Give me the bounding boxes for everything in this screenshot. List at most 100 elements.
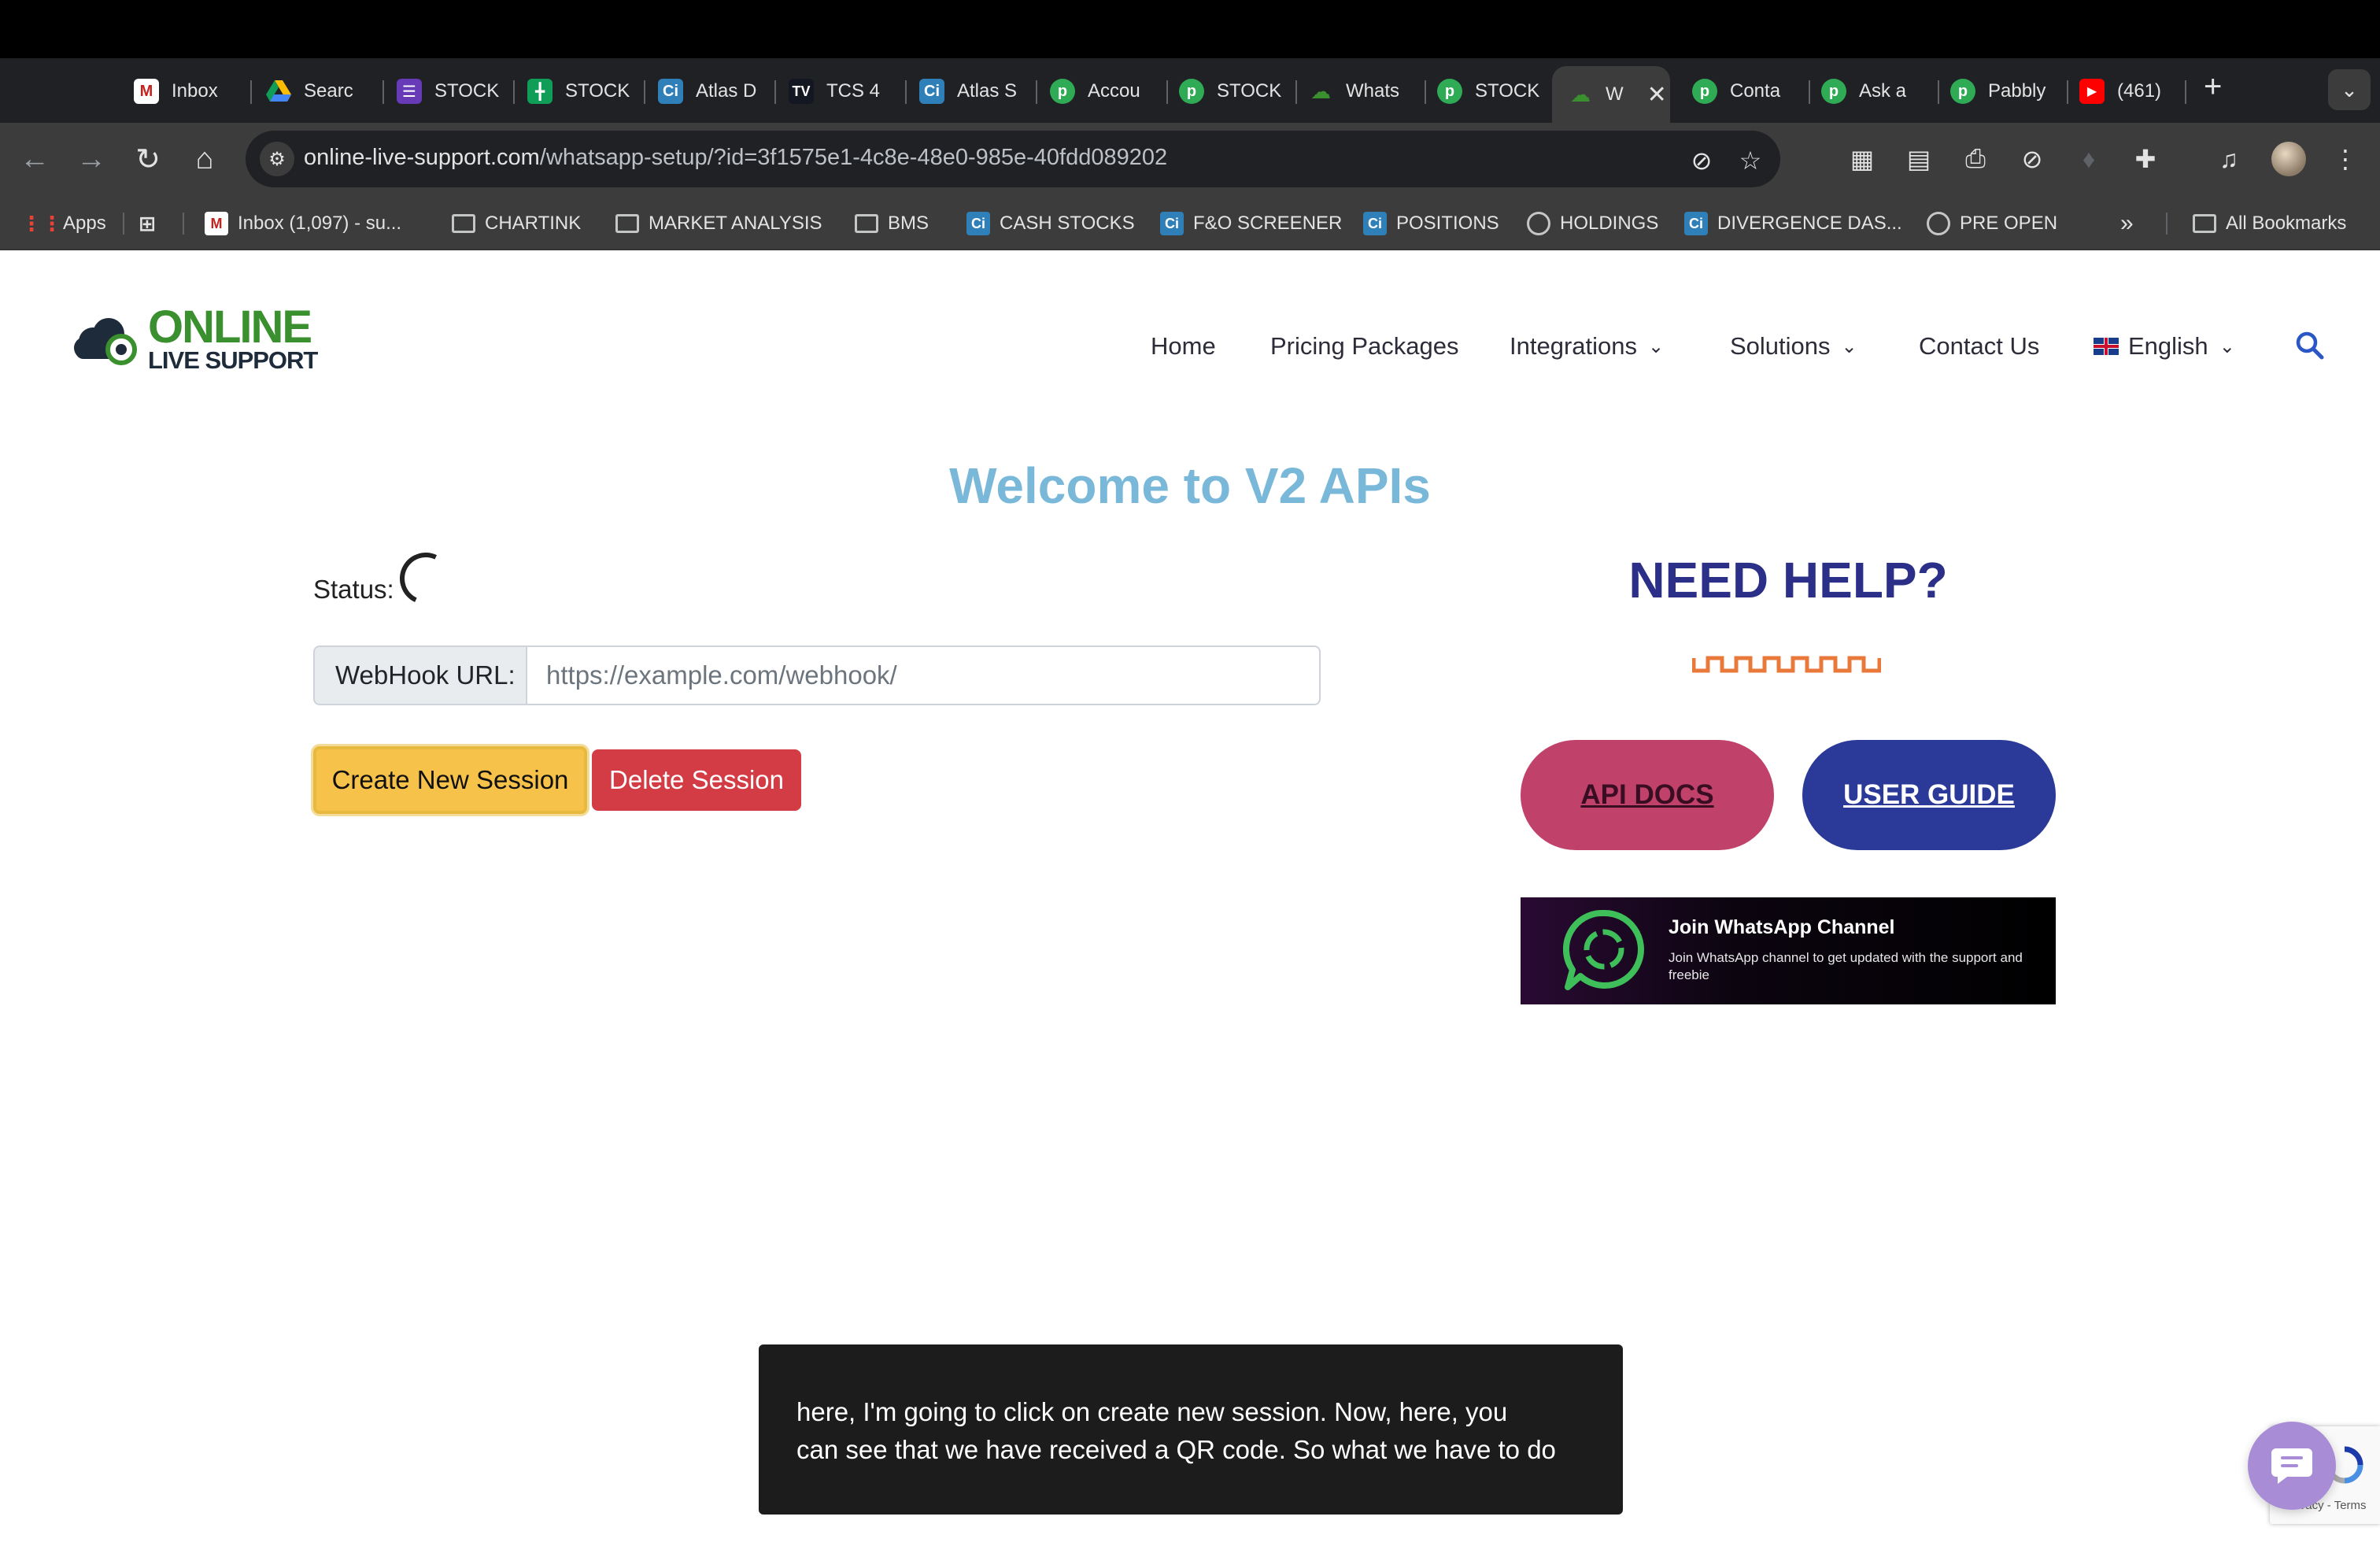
tab-inbox[interactable]: M Inbox <box>134 68 252 115</box>
uk-flag-icon <box>2094 338 2119 355</box>
nav-integrations[interactable]: Integrations ⌄ <box>1510 331 1664 362</box>
bookmark-pre-open[interactable]: PRE OPEN <box>1927 209 2057 238</box>
tab-search-chevron-icon[interactable]: ⌄ <box>2328 69 2371 110</box>
tab-label: Whats <box>1346 80 1400 102</box>
eye-slash-icon[interactable]: ⊘ <box>1686 145 1717 176</box>
nav-home[interactable]: Home <box>1151 331 1216 362</box>
nav-language-selector[interactable]: English ⌄ <box>2094 331 2235 362</box>
nav-label: Integrations <box>1510 332 1637 360</box>
tab-label: Ask a <box>1859 80 1907 102</box>
cloud-logo-icon <box>74 318 137 365</box>
tab-whatsapp-setup-active[interactable]: ☁ W ✕ <box>1552 66 1670 123</box>
window-top-bar <box>0 0 2380 58</box>
user-guide-button[interactable]: USER GUIDE <box>1802 740 2056 850</box>
pabbly-icon: p <box>1950 79 1975 104</box>
recaptcha-terms-link[interactable]: Terms <box>2334 1499 2367 1512</box>
tab-account[interactable]: p Accou <box>1050 68 1168 115</box>
media-controls-icon[interactable]: ♫ <box>2210 140 2248 178</box>
tab-whats[interactable]: ☁ Whats <box>1308 68 1426 115</box>
tab-stock-pabbly[interactable]: p STOCK <box>1179 68 1297 115</box>
ci-icon: Ci <box>1684 212 1708 235</box>
bookmark-holdings[interactable]: HOLDINGS <box>1527 209 1658 238</box>
chevron-down-icon: ⌄ <box>1841 335 1857 357</box>
join-whatsapp-channel-banner[interactable]: Join WhatsApp Channel Join WhatsApp chan… <box>1521 897 2056 1004</box>
qr-code-icon[interactable]: ▦ <box>1843 140 1881 178</box>
url-host: online-live-support.com <box>304 145 540 170</box>
cloud-icon: ☁ <box>1310 79 1331 103</box>
url-text[interactable]: online-live-support.com/whatsapp-setup/?… <box>304 145 1167 171</box>
tab-stock-pabbly-2[interactable]: p STOCK <box>1437 68 1555 115</box>
ci-icon: Ci <box>1363 212 1387 235</box>
chevron-down-icon: ⌄ <box>1648 335 1665 357</box>
bookmark-bms[interactable]: BMS <box>855 209 929 238</box>
tab-search[interactable]: Searc <box>266 68 384 115</box>
nav-pricing-packages[interactable]: Pricing Packages <box>1270 331 1459 362</box>
bookmark-label: POSITIONS <box>1396 213 1499 234</box>
printer-icon[interactable]: ⎙ <box>1957 140 1994 178</box>
create-new-session-button[interactable]: Create New Session <box>313 746 587 814</box>
reload-icon[interactable]: ↻ <box>129 140 167 178</box>
tab-label: Pabbly <box>1988 80 2046 102</box>
forward-arrow-icon[interactable]: → <box>72 140 110 178</box>
tab-atlas-s[interactable]: Ci Atlas S <box>919 68 1037 115</box>
folder-icon <box>452 214 475 233</box>
nav-contact-us[interactable]: Contact Us <box>1919 331 2039 362</box>
api-docs-button[interactable]: API DOCS <box>1521 740 1774 850</box>
nav-label: Solutions <box>1730 332 1831 360</box>
site-settings-icon[interactable]: ⚙ <box>260 142 294 176</box>
menu-kebab-icon[interactable]: ⋮ <box>2326 140 2364 178</box>
bookmarks-overflow-chevron[interactable]: » <box>2120 209 2134 238</box>
tab-stock-sheets[interactable]: ╋ STOCK <box>527 68 645 115</box>
delete-session-button[interactable]: Delete Session <box>592 749 801 811</box>
reader-icon[interactable]: ▤ <box>1900 140 1938 178</box>
no-entry-extension-icon[interactable]: ⊘ <box>2013 140 2051 178</box>
browser-toolbar: ← → ↻ ⌂ ⚙ online-live-support.com/whatsa… <box>0 123 2380 195</box>
bookmark-all-bookmarks[interactable]: All Bookmarks <box>2193 209 2346 238</box>
tab-label: STOCK <box>1475 80 1540 102</box>
webhook-url-input[interactable] <box>527 645 1321 705</box>
site-logo[interactable]: ONLINE LIVE SUPPORT <box>69 298 321 376</box>
tradingview-icon: TV <box>789 79 814 104</box>
pabbly-icon: p <box>1050 79 1075 104</box>
page-title: Welcome to V2 APIs <box>949 457 1431 514</box>
bookmark-apps[interactable]: ⋮⋮ Apps <box>21 209 106 238</box>
bookmark-market-analysis[interactable]: MARKET ANALYSIS <box>615 209 822 238</box>
logo-text-online: ONLINE <box>148 301 312 353</box>
tab-ask[interactable]: p Ask a <box>1821 68 1939 115</box>
home-icon[interactable]: ⌂ <box>186 140 224 178</box>
tab-label: STOCK <box>434 80 500 102</box>
new-tab-button[interactable]: + <box>2204 69 2222 105</box>
address-bar[interactable]: ⚙ online-live-support.com/whatsapp-setup… <box>246 131 1780 187</box>
bookmark-chartink[interactable]: CHARTINK <box>452 209 581 238</box>
folder-icon <box>2193 214 2216 233</box>
tab-pabbly[interactable]: p Pabbly <box>1950 68 2068 115</box>
tab-contact[interactable]: p Conta <box>1692 68 1810 115</box>
bookmark-cash-stocks[interactable]: Ci CASH STOCKS <box>966 209 1135 238</box>
bookmark-star-icon[interactable]: ☆ <box>1735 145 1766 176</box>
close-tab-icon[interactable]: ✕ <box>1647 81 1667 109</box>
tab-youtube[interactable]: ▶ (461) <box>2079 68 2186 115</box>
video-caption-overlay: here, I'm going to click on create new s… <box>759 1344 1623 1515</box>
tab-tcs[interactable]: TV TCS 4 <box>789 68 907 115</box>
bookmark-tab-groups[interactable]: ⊞ <box>135 209 168 238</box>
chat-icon <box>2271 1448 2312 1484</box>
bookmark-positions[interactable]: Ci POSITIONS <box>1363 209 1499 238</box>
globe-icon <box>1927 212 1950 235</box>
bookmark-divergence[interactable]: Ci DIVERGENCE DAS... <box>1684 209 1902 238</box>
tab-groups-icon: ⊞ <box>139 211 156 235</box>
bookmark-label: HOLDINGS <box>1560 213 1659 234</box>
tab-atlas-d[interactable]: Ci Atlas D <box>658 68 776 115</box>
profile-avatar[interactable] <box>2271 142 2306 176</box>
tab-stock-forms[interactable]: ☰ STOCK <box>397 68 515 115</box>
caption-line-2: can see that we have received a QR code.… <box>796 1435 1556 1464</box>
extension-shield-icon[interactable]: ♦ <box>2070 140 2108 178</box>
back-arrow-icon[interactable]: ← <box>16 140 54 178</box>
nav-solutions[interactable]: Solutions ⌄ <box>1730 331 1857 362</box>
extensions-puzzle-icon[interactable]: ✚ <box>2127 140 2164 178</box>
bookmark-inbox[interactable]: M Inbox (1,097) - su... <box>205 209 401 238</box>
live-chat-button[interactable] <box>2248 1422 2336 1510</box>
bookmark-fo-screener[interactable]: Ci F&O SCREENER <box>1160 209 1342 238</box>
search-icon[interactable] <box>2293 329 2328 364</box>
folder-icon <box>855 214 878 233</box>
ci-icon: Ci <box>919 79 944 104</box>
